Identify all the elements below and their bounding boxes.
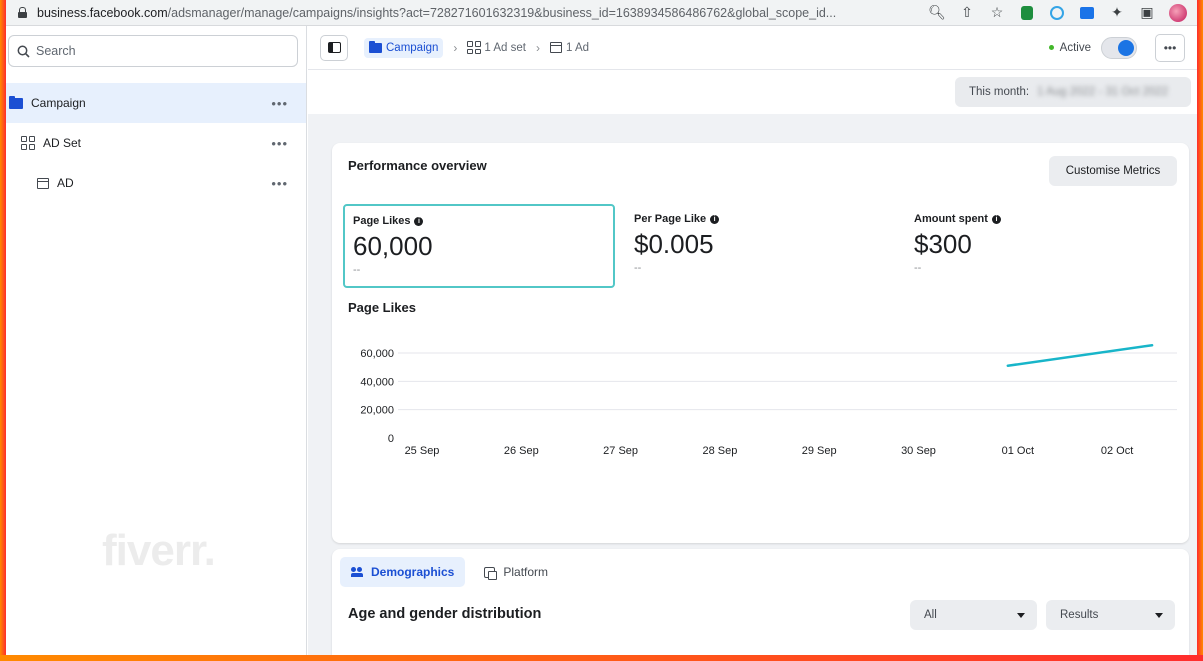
metric-comparison: -- [634,262,642,274]
y-tick-label: 0 [388,433,394,445]
more-options-icon[interactable]: ••• [271,136,288,151]
y-tick-label: 60,000 [360,348,394,360]
y-tick-label: 40,000 [360,376,394,388]
audience-filter-select[interactable]: All [910,600,1037,630]
x-tick-label: 25 Sep [405,445,440,457]
ad-icon [549,42,562,53]
people-icon [351,567,363,577]
performance-overview-card: Performance overview Customise Metrics P… [332,143,1189,543]
fiverr-watermark: fiverr. [102,526,216,575]
share-icon[interactable]: ⇧ [959,4,975,21]
x-tick-label: 27 Sep [603,445,638,457]
x-tick-label: 02 Oct [1101,445,1133,457]
date-range-picker[interactable]: This month: 1 Aug 2022 - 31 Oct 2022 [955,77,1191,107]
x-tick-label: 28 Sep [702,445,737,457]
tree-item-label: AD Set [43,136,82,150]
metric-comparison: -- [914,262,922,274]
tab-demographics[interactable]: Demographics [340,557,466,587]
lock-icon [18,7,27,18]
section-title: Age and gender distribution [348,606,542,622]
ad-set-grid-icon [467,41,482,54]
extension-android-icon[interactable] [1019,5,1035,21]
toolbar: Campaign › 1 Ad set › 1 Ad Active ••• [308,26,1197,70]
info-icon[interactable]: i [710,214,720,224]
profile-avatar[interactable] [1169,3,1187,22]
tree-item-ad[interactable]: AD ••• [6,163,306,203]
frame-border [0,655,1203,661]
extensions-puzzle-icon[interactable]: ✦ [1109,4,1125,21]
metric-value: 60,000 [353,231,433,261]
x-tick-label: 29 Sep [802,445,837,457]
platform-icon [484,566,498,580]
x-tick-label: 30 Sep [901,445,936,457]
side-panel-icon[interactable]: ▣ [1139,4,1155,21]
search-input[interactable] [36,44,256,58]
ad-icon [37,177,49,189]
tree-item-campaign[interactable]: Campaign ••• [6,83,306,123]
results-filter-select[interactable]: Results [1046,600,1175,630]
info-icon[interactable]: i [414,216,424,226]
metric-value: $0.005 [634,229,714,259]
main-panel: Campaign › 1 Ad set › 1 Ad Active ••• Th… [308,26,1197,655]
demographics-card: Demographics Platform Age and gender dis… [332,549,1189,655]
browser-window: business.facebook.com/adsmanager/manage/… [6,0,1197,655]
search-icon [17,45,30,58]
browser-address-bar: business.facebook.com/adsmanager/manage/… [6,0,1197,26]
tree-item-ad-set[interactable]: AD Set ••• [6,123,306,163]
info-icon[interactable]: i [991,214,1001,224]
chevron-right-icon: › [453,40,458,55]
active-toggle[interactable] [1101,36,1137,59]
chevron-right-icon: › [535,40,540,55]
tree-item-label: AD [57,176,74,190]
tab-platform[interactable]: Platform [473,557,559,587]
metric-page-likes[interactable]: Page Likes i 60,000 -- [343,204,615,288]
x-tick-label: 26 Sep [504,445,539,457]
customise-metrics-button[interactable]: Customise Metrics [1049,156,1177,186]
folder-icon [9,95,23,109]
folder-icon [369,40,382,53]
status-dot-icon [1048,45,1054,50]
extension-search-icon[interactable] [1049,5,1065,21]
breadcrumb-ad[interactable]: 1 Ad [549,42,589,54]
more-options-icon[interactable]: ••• [271,96,288,111]
chart-title: Page Likes [348,300,416,315]
metric-comparison: -- [353,264,361,276]
bookmark-star-icon[interactable]: ☆ [989,4,1005,21]
top-strip: Campaign › 1 Ad set › 1 Ad Active ••• Th… [308,26,1197,114]
performance-title: Performance overview [348,158,487,173]
sidebar-toggle-icon [327,42,341,53]
x-tick-label: 01 Oct [1002,445,1034,457]
more-options-icon[interactable]: ••• [271,176,288,191]
more-button[interactable]: ••• [1155,33,1185,62]
caret-down-icon [1017,612,1025,618]
status-indicator: Active [1048,42,1091,54]
y-tick-label: 20,000 [360,405,394,417]
metric-per-page-like[interactable]: Per Page Like i $0.005 -- [626,204,898,288]
search-box[interactable] [8,35,298,67]
page-likes-line-chart: 0 20,000 40,000 60,000 25 Sep 26 Sep 27 Sep 28 … [360,343,1177,457]
panel-toggle-button[interactable] [320,34,348,61]
zoom-icon[interactable]: 🔍︎ [928,4,946,21]
breadcrumb-ad-set[interactable]: 1 Ad set [467,41,526,54]
sidebar: Campaign ••• AD Set ••• AD ••• fiverr. [6,26,307,655]
url-field[interactable]: business.facebook.com/adsmanager/manage/… [37,6,919,20]
series-line [1006,343,1154,367]
caret-down-icon [1155,612,1163,618]
breadcrumb-campaign[interactable]: Campaign [364,37,444,58]
date-range-value: 1 Aug 2022 - 31 Oct 2022 [1037,86,1169,98]
tree-item-label: Campaign [31,96,86,110]
extension-translate-icon[interactable] [1079,5,1095,21]
ad-set-grid-icon [21,136,35,150]
metric-amount-spent[interactable]: Amount spent i $300 -- [906,204,1178,288]
campaign-tree: Campaign ••• AD Set ••• AD ••• [6,83,306,203]
metric-value: $300 [914,229,972,259]
